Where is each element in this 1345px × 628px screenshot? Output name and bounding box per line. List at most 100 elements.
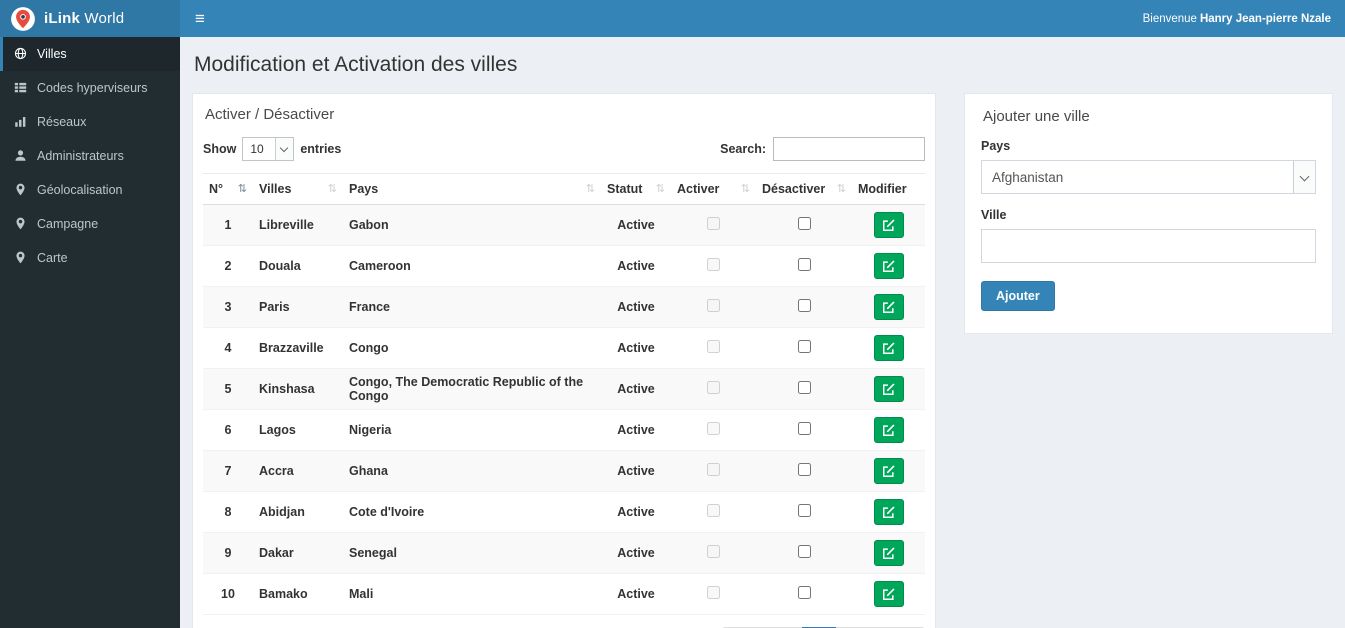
desactiver-checkbox[interactable]: [797, 586, 811, 599]
table-row: 2 Douala Cameroon Active: [203, 245, 925, 287]
entries-label: entries: [300, 142, 342, 156]
desactiver-checkbox[interactable]: [797, 381, 811, 394]
column-label: Modifier: [858, 182, 907, 196]
cell-ville: Brazzaville: [253, 327, 343, 369]
column-label: Désactiver: [762, 182, 826, 196]
cell-statut: Active: [601, 204, 671, 246]
table-row: 7 Accra Ghana Active: [203, 450, 925, 492]
cell-pays: Mali: [343, 573, 601, 615]
cell-modifier: [852, 532, 925, 574]
cell-pays: Congo, The Democratic Republic of the Co…: [343, 368, 601, 410]
activer-checkbox: [707, 463, 720, 476]
brand-link[interactable]: iLink World: [0, 0, 180, 37]
cell-activer: [671, 532, 756, 574]
sidebar-item-villes[interactable]: Villes: [0, 37, 180, 71]
table-panel-title: Activer / Désactiver: [205, 106, 335, 123]
desactiver-checkbox[interactable]: [797, 217, 811, 230]
cell-num: 10: [203, 573, 253, 615]
cell-modifier: [852, 204, 925, 246]
top-navbar: iLink World ≡ Bienvenue Hanry Jean-pierre…: [0, 0, 1345, 37]
sidebar-item-label: Campagne: [37, 217, 99, 231]
edit-icon: [882, 219, 895, 231]
edit-button[interactable]: [873, 499, 904, 525]
add-city-button[interactable]: Ajouter: [981, 281, 1055, 311]
activer-checkbox: [707, 217, 720, 230]
cell-num: 4: [203, 327, 253, 369]
edit-button[interactable]: [873, 417, 904, 443]
cell-modifier: [852, 450, 925, 492]
sidebar-item-label: Géolocalisation: [37, 183, 123, 197]
brand-light: World: [84, 10, 125, 27]
column-header-desactiver[interactable]: Désactiver ⇅: [756, 173, 852, 205]
sidebar-item-campagne[interactable]: Campagne: [0, 207, 180, 241]
sidebar-item-carte[interactable]: Carte: [0, 241, 180, 275]
cell-desactiver: [756, 204, 852, 246]
column-header-modifier: Modifier: [852, 173, 925, 205]
page-length-select[interactable]: 10: [242, 137, 295, 161]
cell-activer: [671, 368, 756, 410]
sidebar-item-geolocalisation[interactable]: Géolocalisation: [0, 173, 180, 207]
desactiver-checkbox[interactable]: [797, 463, 811, 476]
edit-button[interactable]: [873, 540, 904, 566]
desactiver-checkbox[interactable]: [797, 258, 811, 271]
cell-ville: Dakar: [253, 532, 343, 574]
activer-checkbox: [707, 545, 720, 558]
edit-button[interactable]: [873, 253, 904, 279]
column-header-villes[interactable]: Villes ⇅: [253, 173, 343, 205]
cell-num: 5: [203, 368, 253, 410]
desactiver-checkbox[interactable]: [797, 422, 811, 435]
desactiver-checkbox[interactable]: [797, 299, 811, 312]
cell-desactiver: [756, 450, 852, 492]
column-header-pays[interactable]: Pays ⇅: [343, 173, 601, 205]
cell-num: 3: [203, 286, 253, 328]
activer-checkbox: [707, 586, 720, 599]
sort-icon: ⇅: [237, 183, 247, 195]
cell-desactiver: [756, 245, 852, 287]
edit-button[interactable]: [873, 212, 904, 238]
cell-modifier: [852, 245, 925, 287]
cell-ville: Lagos: [253, 409, 343, 451]
desactiver-checkbox[interactable]: [797, 504, 811, 517]
cell-modifier: [852, 286, 925, 328]
edit-icon: [882, 301, 895, 313]
add-panel-title: Ajouter une ville: [983, 108, 1090, 125]
column-header-num[interactable]: N° ⇅: [203, 173, 253, 205]
cell-activer: [671, 245, 756, 287]
sidebar-toggle-icon[interactable]: ≡: [180, 0, 220, 37]
city-input[interactable]: [981, 229, 1316, 263]
edit-button[interactable]: [873, 294, 904, 320]
sidebar-item-reseaux[interactable]: Réseaux: [0, 105, 180, 139]
map-marker-icon: [14, 251, 28, 265]
sidebar-item-codes-hyperviseurs[interactable]: Codes hyperviseurs: [0, 71, 180, 105]
edit-button[interactable]: [873, 376, 904, 402]
column-header-statut[interactable]: Statut ⇅: [601, 173, 671, 205]
edit-icon: [882, 506, 895, 518]
edit-button[interactable]: [873, 458, 904, 484]
cell-activer: [671, 204, 756, 246]
edit-icon: [882, 383, 895, 395]
cell-ville: Accra: [253, 450, 343, 492]
sort-icon: ⇅: [655, 183, 665, 195]
cell-statut: Active: [601, 286, 671, 328]
sort-icon: ⇅: [585, 183, 595, 195]
cell-num: 2: [203, 245, 253, 287]
edit-button[interactable]: [873, 335, 904, 361]
cell-statut: Active: [601, 368, 671, 410]
edit-icon: [882, 547, 895, 559]
edit-button[interactable]: [873, 581, 904, 607]
sidebar-item-label: Administrateurs: [37, 149, 124, 163]
main-content: Modification et Activation des villes Ac…: [180, 37, 1345, 628]
app-logo-icon: [10, 6, 36, 32]
desactiver-checkbox[interactable]: [797, 545, 811, 558]
cell-desactiver: [756, 573, 852, 615]
column-header-activer[interactable]: Activer ⇅: [671, 173, 756, 205]
desactiver-checkbox[interactable]: [797, 340, 811, 353]
cell-ville: Bamako: [253, 573, 343, 615]
sort-icon: ⇅: [327, 183, 337, 195]
cell-modifier: [852, 368, 925, 410]
search-input[interactable]: [773, 137, 925, 161]
sidebar-item-administrateurs[interactable]: Administrateurs: [0, 139, 180, 173]
column-label: Pays: [349, 182, 379, 196]
welcome-text: Bienvenue Hanry Jean-pierre Nzale: [1143, 13, 1345, 25]
country-select[interactable]: Afghanistan: [981, 160, 1316, 194]
